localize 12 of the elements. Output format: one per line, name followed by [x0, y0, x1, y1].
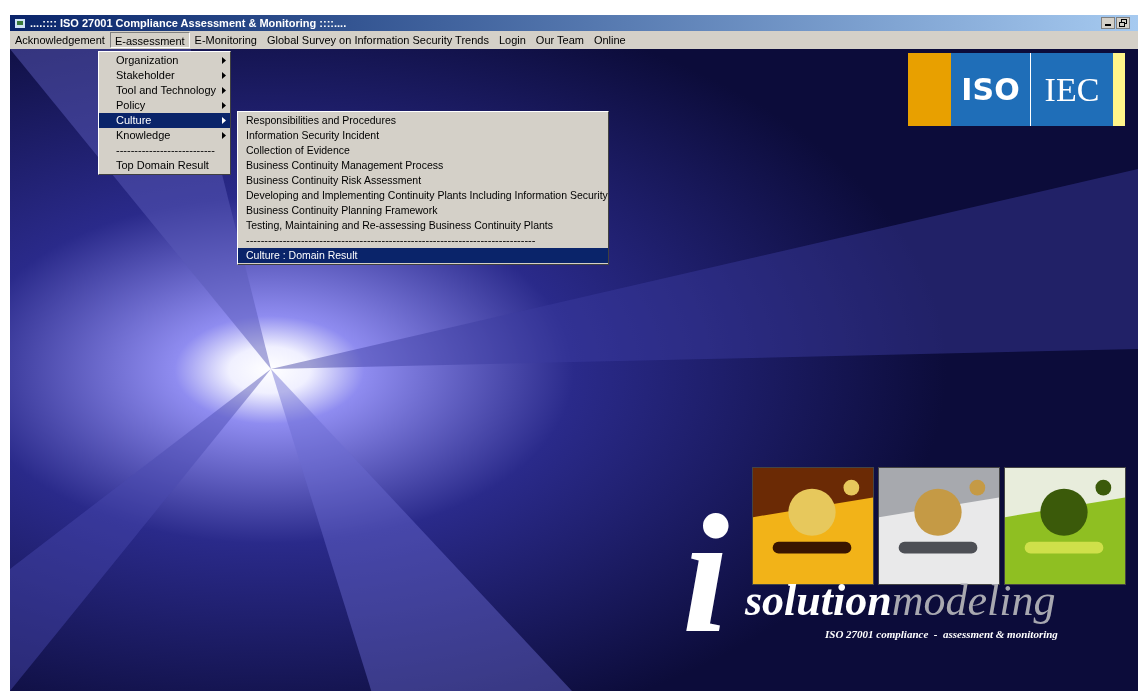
- menu-item[interactable]: E-Monitoring: [189, 32, 262, 48]
- menu-item[interactable]: Our Team: [530, 32, 589, 48]
- window-title: ....:::: ISO 27001 Compliance Assessment & Monitoring ::::....: [30, 15, 347, 31]
- restore-button[interactable]: [1116, 17, 1130, 29]
- app-icon: [14, 17, 26, 29]
- menu-item[interactable]: E-assessment: [109, 32, 190, 48]
- menu-item[interactable]: Global Survey on Information Security Trends: [261, 32, 494, 48]
- menu-item[interactable]: Online: [588, 32, 631, 48]
- menu-item[interactable]: Login: [493, 32, 531, 48]
- menu-item[interactable]: Acknowledgement: [10, 32, 110, 48]
- restore-icon: [1119, 19, 1127, 27]
- minimize-button[interactable]: [1101, 17, 1115, 29]
